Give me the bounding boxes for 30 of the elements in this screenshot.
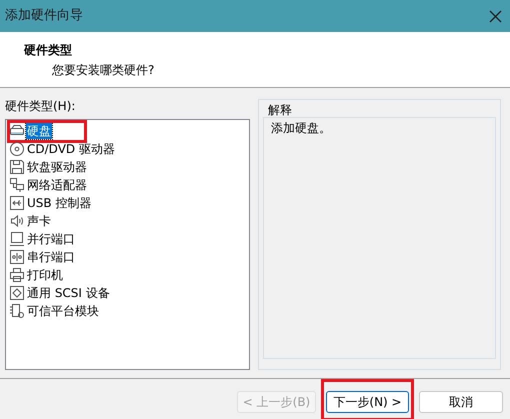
list-item[interactable]: 串行端口 [26, 249, 76, 265]
list-item[interactable]: 可信平台模块 [26, 303, 100, 319]
explanation-text: 添加硬盘。 [271, 121, 331, 135]
group-title: 解释 [267, 102, 293, 117]
port-icon [9, 249, 25, 265]
list-item[interactable]: USB 控制器 [26, 195, 92, 211]
list-item[interactable]: 软盘驱动器 [26, 159, 88, 175]
list-item[interactable]: 声卡 [26, 213, 52, 229]
page-title: 硬件类型 [24, 42, 73, 59]
monitor-icon [9, 231, 25, 247]
printer-icon [9, 267, 25, 283]
wizard-button[interactable]: 取消 [419, 391, 503, 413]
list-item[interactable]: 并行端口 [26, 231, 76, 247]
list-item[interactable]: CD/DVD 驱动器 [26, 141, 116, 157]
list-item[interactable]: 硬盘 [26, 123, 52, 139]
window-title: 添加硬件向导 [5, 7, 83, 26]
usb-icon [9, 195, 25, 211]
page-subtitle: 您要安装哪类硬件? [52, 62, 156, 79]
network-icon [9, 177, 25, 193]
list-label: 硬件类型(H): [5, 99, 76, 115]
device-icon [9, 285, 25, 301]
list-item[interactable]: 网络适配器 [26, 177, 88, 193]
chip-icon [9, 303, 25, 319]
hardware-list[interactable]: 硬盘 CD/DVD 驱动器 软盘驱动器 网络适配器 USB 控制器 声卡 并行端口 串行端口 打印机 通用 SCSI 设备 可信平台模块 [5, 119, 250, 370]
disc-icon [9, 141, 25, 157]
wizard-button[interactable]: 下一步(N) > [326, 391, 409, 413]
speaker-icon [9, 213, 25, 229]
close-icon[interactable] [489, 10, 502, 22]
list-item[interactable]: 打印机 [26, 267, 64, 283]
list-item[interactable]: 通用 SCSI 设备 [26, 285, 111, 301]
